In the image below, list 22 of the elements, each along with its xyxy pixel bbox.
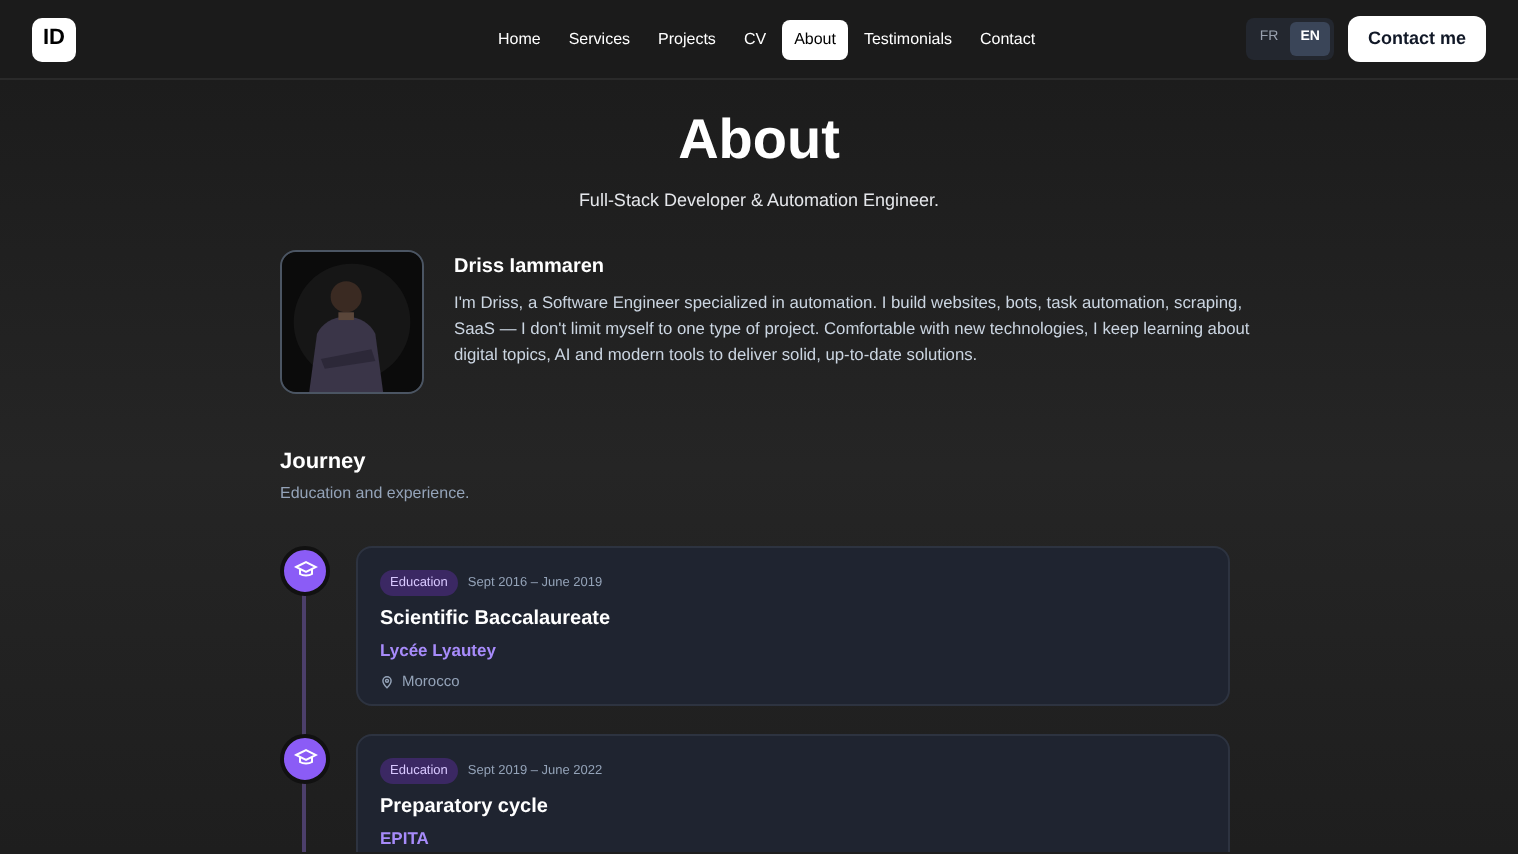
profile-name: Driss Iammaren bbox=[454, 253, 607, 279]
nav-link[interactable]: About bbox=[782, 20, 848, 60]
logo[interactable]: ID bbox=[32, 17, 76, 61]
nav-link[interactable]: Services bbox=[556, 20, 643, 60]
page-subtitle: Full-Stack Developer & Automation Engineer. bbox=[576, 188, 942, 214]
entry-title: Preparatory cycle bbox=[380, 796, 550, 821]
entry-title: Scientific Baccalaureate bbox=[380, 608, 613, 633]
graduation-cap-icon bbox=[280, 733, 330, 783]
nav-link[interactable]: Home bbox=[486, 20, 553, 60]
nav-link[interactable]: CV bbox=[731, 20, 779, 60]
profile-bio: I'm Driss, a Software Engineer specialized in automation. I build websites, bots, task automation, scraping, SaaS — I don't limit myself to one type of project. Comfortable with new technologies, I keep learning about digital topics, AI and modern tools to deliver solid, up-to-date solutions. bbox=[454, 289, 1252, 367]
graduation-cap-icon bbox=[280, 545, 330, 595]
section-subtitle: Education and experience. bbox=[280, 481, 472, 505]
page-title: About bbox=[676, 106, 842, 174]
location-pin-icon bbox=[380, 673, 394, 690]
contact-button[interactable]: Contact me bbox=[1347, 16, 1486, 62]
nav-link[interactable]: Testimonials bbox=[851, 20, 964, 60]
nav-link[interactable]: Contact bbox=[967, 20, 1048, 60]
section-title: Journey bbox=[280, 447, 368, 475]
nav-link[interactable]: Projects bbox=[646, 20, 728, 60]
school-name: Lycée Lyautey bbox=[380, 640, 498, 663]
school-name: EPITA bbox=[380, 828, 431, 851]
